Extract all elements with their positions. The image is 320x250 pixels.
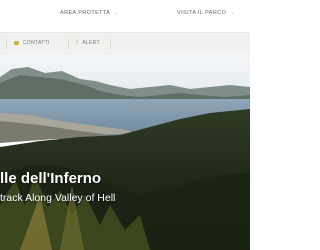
divider bbox=[68, 39, 69, 49]
hero-subtitle: track Along Valley of Hell bbox=[0, 192, 116, 204]
divider bbox=[110, 39, 111, 49]
chevron-down-icon: ⌄ bbox=[114, 10, 119, 16]
nav-area-protetta[interactable]: AREA PROTETTA ⌄ bbox=[60, 10, 119, 16]
landscape-photo bbox=[0, 55, 250, 250]
top-nav: AREA PROTETTA ⌄ VISITA IL PARCO ⌄ bbox=[0, 0, 250, 30]
divider bbox=[6, 39, 7, 49]
secondary-bar: CONTATTI ! ALERT bbox=[0, 32, 250, 56]
alert-icon: ! bbox=[76, 40, 79, 46]
page: AREA PROTETTA ⌄ VISITA IL PARCO ⌄ CONTAT… bbox=[0, 0, 250, 250]
hero-image: lle dell'Inferno track Along Valley of H… bbox=[0, 55, 250, 250]
hero-title: lle dell'Inferno bbox=[0, 170, 102, 187]
alert-label: ALERT bbox=[82, 40, 100, 46]
nav-area-protetta-label: AREA PROTETTA bbox=[60, 10, 111, 16]
chevron-down-icon: ⌄ bbox=[230, 10, 235, 16]
contatti-link[interactable]: CONTATTI bbox=[14, 40, 50, 46]
nav-visita-il-parco-label: VISITA IL PARCO bbox=[177, 10, 227, 16]
nav-visita-il-parco[interactable]: VISITA IL PARCO ⌄ bbox=[177, 10, 235, 16]
contatti-label: CONTATTI bbox=[23, 40, 50, 46]
alert-link[interactable]: ! ALERT bbox=[76, 40, 100, 46]
mail-icon bbox=[14, 41, 19, 45]
